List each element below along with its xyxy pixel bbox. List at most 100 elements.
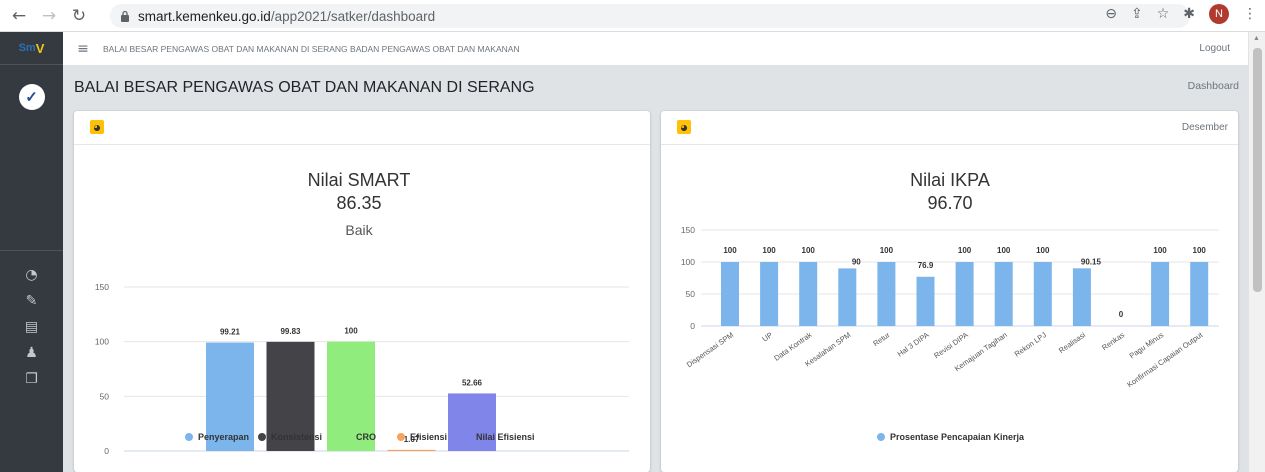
bar-efisiensi [387,449,436,451]
pie-chart-icon: ◕ [677,120,691,134]
chart-title: Nilai SMART [308,170,411,190]
bar-ikpa [721,262,739,326]
edit-icon[interactable]: ✎ [0,288,63,314]
browser-menu-icon[interactable]: ⋮ [1243,6,1257,22]
address-bar[interactable]: smart.kemenkeu.go.id/app2021/satker/dash… [110,4,1190,28]
bar-data-label: 100 [344,327,358,336]
bar-data-label: 99.21 [220,328,241,337]
bar-ikpa [838,268,857,326]
profile-avatar[interactable]: N [1209,4,1229,24]
legend-marker [258,433,266,441]
url-text: smart.kemenkeu.go.id/app2021/satker/dash… [138,9,435,24]
bar-data-label: 100 [802,246,816,255]
legend-marker [185,433,193,441]
bar-data-label: 100 [1193,246,1207,255]
bar-ikpa [916,276,935,326]
legend-item: Konsistensi [271,432,322,442]
ikpa-month-label: Desember [1181,122,1228,133]
url-host: smart.kemenkeu.go.id [138,8,271,24]
x-tick-label: Realisasi [1057,330,1087,355]
y-tick-label: 0 [104,446,109,456]
legend-item: Prosentase Pencapaian Kinerja [890,432,1025,442]
brand-logo[interactable]: Sm V [0,32,63,65]
document-icon[interactable]: ▤ [0,314,63,340]
bar-data-label: 90.15 [1081,257,1102,266]
logout-link[interactable]: Logout [1199,43,1230,54]
back-icon[interactable]: ← [8,6,30,26]
pie-chart-icon: ◕ [90,120,104,134]
card-header-ikpa: ◕ Desember [661,111,1238,145]
bar-ikpa [1151,262,1170,326]
legend-marker [397,433,405,441]
y-tick-label: 0 [690,321,695,331]
bar-ikpa [955,262,974,326]
x-tick-label: Hal 3 DIPA [896,330,931,358]
x-tick-label: Rekon LPJ [1013,330,1048,359]
chart-score-value: 86.35 [336,193,381,213]
reload-icon[interactable]: ↻ [68,6,90,26]
bar-ikpa [994,262,1013,326]
bar-ikpa [1190,262,1209,326]
y-tick-label: 50 [686,289,696,299]
forward-icon[interactable]: → [38,6,60,26]
scrollbar-thumb[interactable] [1253,48,1262,292]
bar-data-label: 100 [997,246,1011,255]
x-tick-label: UP [761,330,775,343]
top-navbar: ≡ BALAI BESAR PENGAWAS OBAT DAN MAKANAN … [63,32,1248,66]
bar-data-label: 99.83 [280,327,301,336]
share-icon[interactable]: ⇪ [1131,6,1143,22]
bar-data-label: 100 [762,246,776,255]
bar-data-label: 100 [723,246,737,255]
user-icon[interactable]: ♟ [0,340,63,366]
sidebar-divider [0,250,63,251]
y-tick-label: 50 [100,391,110,401]
x-tick-label: Dispensasi SPM [685,330,735,369]
bar-ikpa [760,262,779,326]
bar-ikpa [1033,262,1052,326]
legend-item: CRO [356,432,376,442]
user-panel-logo-icon[interactable]: ✓ [18,84,45,110]
chart-score-value: 96.70 [927,193,972,213]
ikpa-chart: Nilai IKPA 96.70 0 50 100 150 100 Dispensasi SP… [681,170,1219,442]
smart-chart: Nilai SMART 86.35 Baik 0 50 100 150 99.21 99.83 1… [95,170,629,456]
bar-data-label: 100 [958,246,972,255]
x-tick-label: Renkas [1100,330,1126,352]
bookmark-star-icon[interactable]: ☆ [1157,6,1170,22]
breadcrumb-dashboard[interactable]: Dashboard [1188,80,1239,92]
zoom-icon[interactable]: ⊖ [1105,6,1117,22]
copy-icon[interactable]: ❐ [0,366,63,392]
card-nilai-ikpa: ◕ Desember Nilai IKPA 96.70 0 50 100 150 100 Di… [661,111,1238,472]
x-tick-label: Konfirmasi Capaian Output [1125,330,1205,390]
dashboard-icon[interactable]: ◔ [0,262,63,288]
legend-marker [463,433,471,441]
hamburger-menu-icon[interactable]: ≡ [63,41,103,57]
navbar-title: BALAI BESAR PENGAWAS OBAT DAN MAKANAN DI… [103,43,520,54]
page-scrollbar[interactable]: ▲ [1248,32,1265,472]
bar-data-label: 76.9 [918,261,934,270]
extensions-icon[interactable]: ✱ [1183,6,1195,22]
x-tick-label: Pagu Minus [1128,330,1166,360]
sidebar: Sm V ✓ ◔ ✎ ▤ ♟ ❐ [0,32,63,472]
bar-ikpa [799,262,818,326]
bar-data-label: 0 [1119,310,1124,319]
card-header-smart: ◕ [74,111,650,145]
bar-data-label: 90 [852,257,861,266]
x-tick-label: Retur [871,330,892,348]
lock-icon [121,10,129,22]
y-tick-label: 100 [95,337,109,347]
legend-marker [343,433,351,441]
legend-item: Efisiensi [410,432,447,442]
card-nilai-smart: ◕ Nilai SMART 86.35 Baik 0 50 100 150 99.21 99.8… [74,111,650,472]
bar-data-label: 100 [880,246,894,255]
y-tick-label: 150 [681,225,695,235]
legend-item: Nilai Efisiensi [476,432,535,442]
bar-data-label: 100 [1036,246,1050,255]
browser-toolbar: ← → ↻ smart.kemenkeu.go.id/app2021/satke… [0,0,1265,32]
bar-data-label: 100 [1153,246,1167,255]
legend-item: Penyerapan [198,432,249,442]
scroll-up-arrow-icon[interactable]: ▲ [1253,35,1260,42]
bar-nilai-efisiensi [448,393,496,451]
chart-title: Nilai IKPA [910,170,990,190]
legend-marker [877,433,885,441]
chart-rating-subtitle: Baik [345,222,373,238]
